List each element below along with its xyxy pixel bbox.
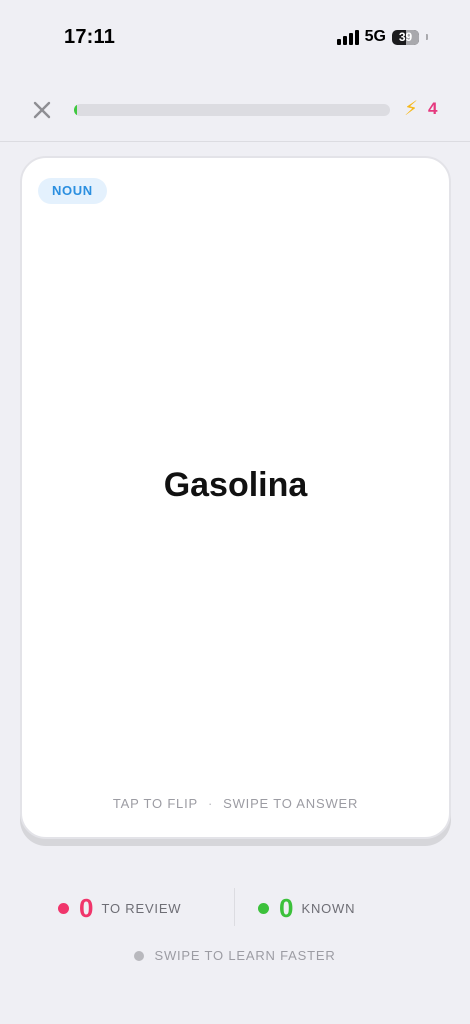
session-progress-bar — [74, 104, 390, 116]
network-type: 5G — [364, 28, 386, 45]
swipe-tip: SWIPE TO LEARN FASTER — [0, 948, 470, 963]
battery-level: 39 — [398, 30, 413, 44]
top-divider — [0, 141, 470, 142]
battery-nub — [426, 34, 428, 40]
known-label: KNOWN — [301, 900, 356, 916]
battery-icon: 39 — [392, 29, 419, 45]
review-dot-icon — [58, 902, 69, 914]
status-time: 17:11 — [64, 26, 116, 48]
to-review-counter: 0 TO REVIEW — [58, 888, 181, 928]
status-indicators: 5G 39 — [336, 28, 428, 46]
card-hint: TAP TO FLIP · SWIPE TO ANSWER — [22, 796, 449, 811]
tip-dot-icon — [134, 950, 145, 961]
session-top-bar: ⚡ 4 — [0, 88, 470, 132]
known-dot-icon — [258, 902, 269, 914]
swipe-tip-text: SWIPE TO LEARN FASTER — [154, 948, 336, 963]
close-icon — [33, 101, 51, 119]
flashcard[interactable]: NOUN Gasolina TAP TO FLIP · SWIPE TO ANS… — [20, 156, 451, 839]
close-button[interactable] — [28, 96, 56, 124]
lightning-bolt-icon: ⚡ — [404, 98, 419, 120]
to-review-count: 0 — [79, 892, 94, 923]
streak-count: 4 — [428, 99, 438, 118]
known-count: 0 — [279, 892, 294, 923]
streak-indicator: ⚡ 4 — [404, 98, 438, 120]
cellular-signal-icon — [336, 29, 359, 45]
known-counter: 0 KNOWN — [258, 888, 355, 928]
part-of-speech-badge: NOUN — [38, 178, 107, 204]
status-bar: 17:11 5G 39 — [0, 0, 470, 70]
tap-to-flip-hint: TAP TO FLIP — [112, 796, 198, 811]
swipe-to-answer-hint: SWIPE TO ANSWER — [223, 796, 359, 811]
session-counters: 0 TO REVIEW 0 KNOWN — [0, 888, 470, 928]
session-progress-fill — [74, 104, 77, 116]
flashcard-word: Gasolina — [163, 466, 308, 504]
to-review-label: TO REVIEW — [101, 900, 182, 916]
counter-divider — [234, 888, 235, 926]
hint-separator: · — [207, 796, 214, 811]
